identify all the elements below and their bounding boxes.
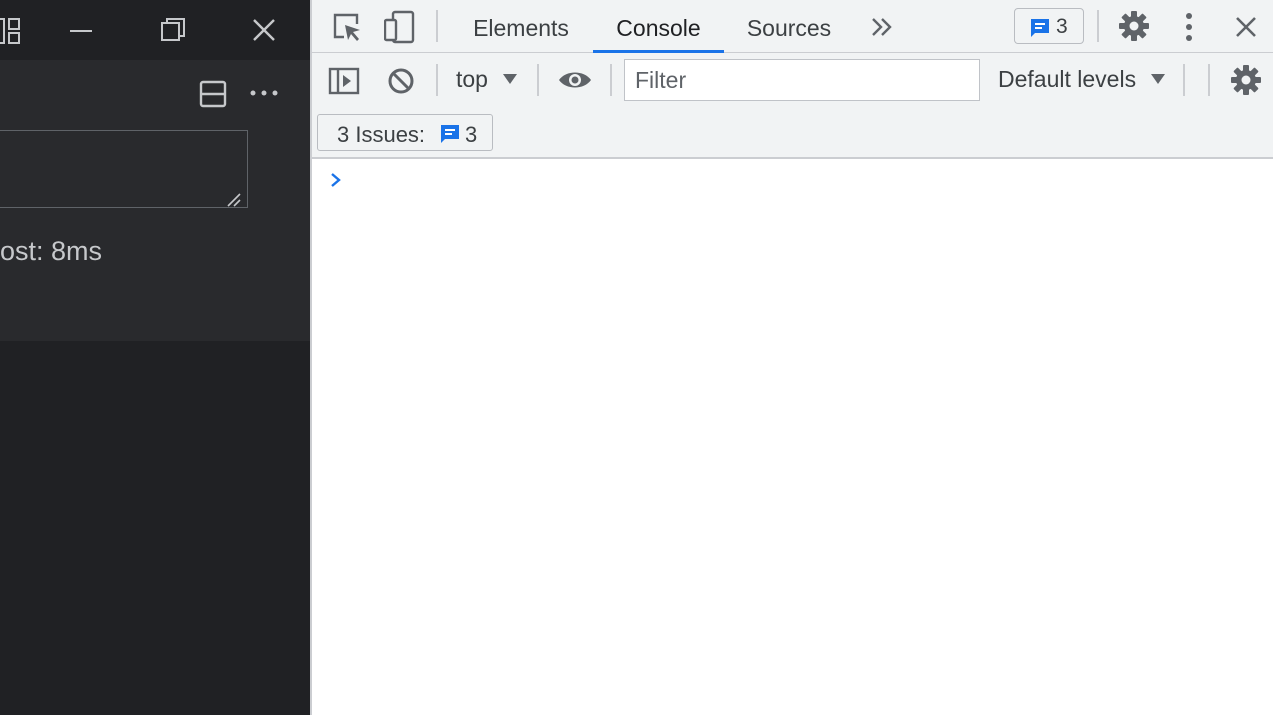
sidebar-toggle-icon[interactable]	[328, 67, 360, 95]
more-tabs-icon[interactable]	[870, 16, 894, 38]
status-text: ost: 8ms	[0, 236, 103, 266]
tab-elements[interactable]: Elements	[462, 0, 580, 52]
tab-console[interactable]: Console	[593, 0, 724, 53]
issues-bar: 3 Issues: 3	[312, 108, 1273, 159]
console-settings-gear-icon[interactable]	[1230, 64, 1262, 96]
split-view-icon[interactable]	[199, 80, 227, 108]
restore-icon[interactable]	[159, 16, 187, 44]
tab-separator	[1097, 10, 1099, 42]
tab-sources[interactable]: Sources	[737, 0, 841, 52]
toolbar-separator	[610, 64, 612, 96]
console-output[interactable]	[312, 159, 1273, 715]
message-icon	[441, 125, 459, 143]
resize-handle-icon[interactable]	[226, 193, 242, 207]
issues-summary-count: 3	[465, 122, 478, 147]
device-toolbar-icon[interactable]	[384, 10, 416, 44]
console-toolbar: top Default levels	[312, 53, 1273, 108]
dropdown-arrow-icon	[503, 74, 518, 84]
app-window: ost: 8ms	[0, 0, 310, 715]
devtools-tab-bar: Elements Console Sources 3	[312, 0, 1273, 53]
context-selector-value: top	[456, 66, 488, 92]
minimize-icon[interactable]	[68, 20, 94, 40]
issues-count-value: 3	[1056, 15, 1068, 38]
customize-menu-icon[interactable]	[1182, 12, 1196, 42]
title-bar	[0, 0, 310, 60]
toolbar-separator	[1183, 64, 1185, 96]
log-levels-selector[interactable]: Default levels	[998, 66, 1166, 93]
message-icon	[1031, 19, 1049, 37]
clear-console-icon[interactable]	[387, 67, 415, 95]
console-prompt-chevron-icon	[331, 173, 341, 187]
issues-count-button[interactable]: 3	[1014, 8, 1084, 44]
console-filter-input[interactable]	[624, 59, 980, 101]
tab-separator	[436, 10, 438, 42]
dropdown-arrow-icon	[1151, 74, 1166, 84]
devtools-panel: Elements Console Sources 3 top Filter De…	[310, 0, 1273, 715]
issues-summary-button[interactable]: 3 Issues: 3	[317, 114, 493, 151]
live-expression-eye-icon[interactable]	[558, 69, 592, 91]
more-options-icon[interactable]	[249, 88, 279, 98]
toolbar-separator	[1208, 64, 1210, 96]
app-content: ost: 8ms	[0, 130, 310, 341]
inspect-element-icon[interactable]	[332, 12, 362, 42]
log-levels-value: Default levels	[998, 66, 1137, 92]
settings-gear-icon[interactable]	[1118, 10, 1150, 42]
snap-layout-icon[interactable]	[0, 18, 24, 44]
context-selector[interactable]: top	[456, 66, 518, 93]
toolbar-separator	[436, 64, 438, 96]
app-toolbar	[0, 60, 310, 130]
toolbar-separator	[537, 64, 539, 96]
text-area[interactable]	[0, 130, 248, 208]
close-window-icon[interactable]	[251, 17, 277, 43]
issues-summary-label: 3 Issues:	[337, 122, 426, 147]
close-devtools-icon[interactable]	[1234, 15, 1258, 39]
